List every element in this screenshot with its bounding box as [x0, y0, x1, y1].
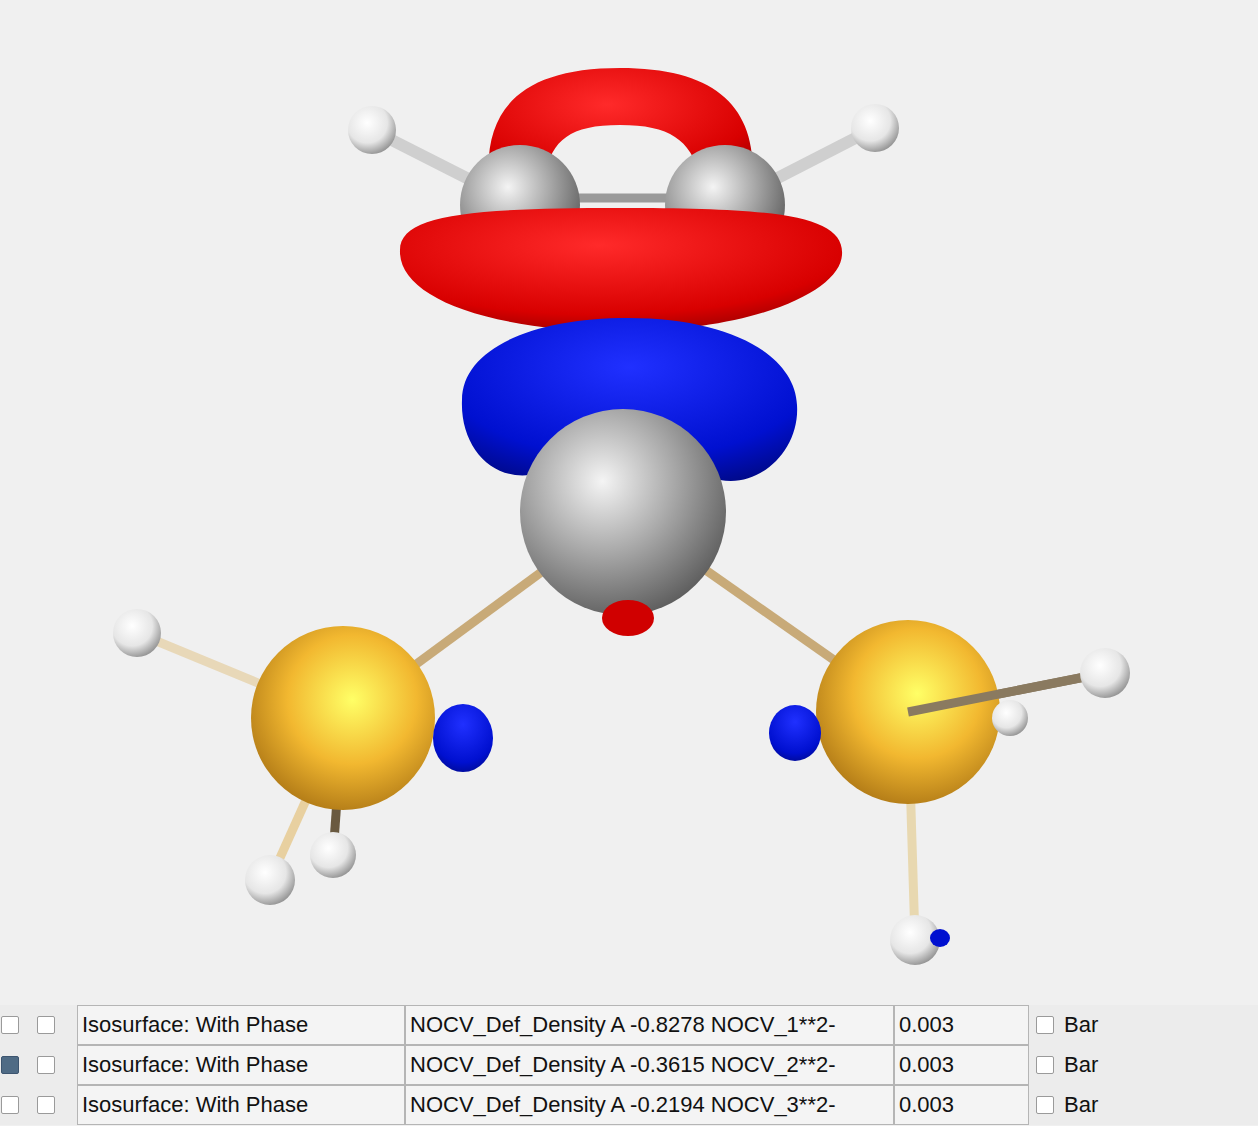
molecule-icon[interactable]: [0, 0, 1258, 1005]
molecule-viewer[interactable]: [0, 0, 1258, 1005]
bar-label: Bar: [1064, 1012, 1098, 1038]
option-checkbox[interactable]: [37, 1016, 55, 1034]
blue-lobe-icon: [433, 704, 493, 772]
silicon-atom[interactable]: [251, 626, 435, 810]
gui-window: Isosurface: With PhaseNOCV_Def_Density A…: [0, 0, 1258, 1126]
field-name[interactable]: NOCV_Def_Density A -0.8278 NOCV_1**2-: [405, 1005, 894, 1045]
bar-option[interactable]: Bar: [1036, 1052, 1098, 1078]
field-name[interactable]: NOCV_Def_Density A -0.3615 NOCV_2**2-: [405, 1045, 894, 1085]
hydrogen-atom[interactable]: [1080, 648, 1130, 698]
type-field[interactable]: Isosurface: With Phase: [77, 1005, 405, 1045]
visible-checkbox[interactable]: [1, 1056, 19, 1074]
hydrogen-atom[interactable]: [245, 855, 295, 905]
hydrogen-atom[interactable]: [113, 609, 161, 657]
bar-checkbox[interactable]: [1036, 1096, 1054, 1114]
isovalue-field[interactable]: 0.003: [894, 1085, 1029, 1125]
bar-checkbox[interactable]: [1036, 1056, 1054, 1074]
isosurface-row[interactable]: Isosurface: With PhaseNOCV_Def_Density A…: [0, 1085, 1258, 1125]
isovalue-field[interactable]: 0.003: [894, 1005, 1029, 1045]
hydrogen-atom[interactable]: [851, 104, 899, 152]
hydrogen-atom[interactable]: [310, 832, 356, 878]
isosurface-row[interactable]: Isosurface: With PhaseNOCV_Def_Density A…: [0, 1005, 1258, 1045]
bar-option[interactable]: Bar: [1036, 1012, 1098, 1038]
type-field[interactable]: Isosurface: With Phase: [77, 1085, 405, 1125]
option-checkbox[interactable]: [37, 1096, 55, 1114]
bar-label: Bar: [1064, 1092, 1098, 1118]
bar-option[interactable]: Bar: [1036, 1092, 1098, 1118]
option-checkbox[interactable]: [37, 1056, 55, 1074]
bar-label: Bar: [1064, 1052, 1098, 1078]
type-field[interactable]: Isosurface: With Phase: [77, 1045, 405, 1085]
carbon-atom[interactable]: [520, 409, 726, 615]
field-name[interactable]: NOCV_Def_Density A -0.2194 NOCV_3**2-: [405, 1085, 894, 1125]
isovalue-field[interactable]: 0.003: [894, 1045, 1029, 1085]
bar-checkbox[interactable]: [1036, 1016, 1054, 1034]
red-lobe-icon: [400, 208, 842, 332]
red-lobe-icon: [602, 600, 654, 636]
blue-lobe-icon: [930, 929, 950, 947]
hydrogen-atom[interactable]: [992, 700, 1028, 736]
isosurface-table: Isosurface: With PhaseNOCV_Def_Density A…: [0, 1005, 1258, 1125]
visible-checkbox[interactable]: [1, 1016, 19, 1034]
bond-icon: [908, 673, 1105, 712]
blue-lobe-icon: [769, 705, 821, 761]
visible-checkbox[interactable]: [1, 1096, 19, 1114]
isosurface-row[interactable]: Isosurface: With PhaseNOCV_Def_Density A…: [0, 1045, 1258, 1085]
hydrogen-atom[interactable]: [348, 106, 396, 154]
